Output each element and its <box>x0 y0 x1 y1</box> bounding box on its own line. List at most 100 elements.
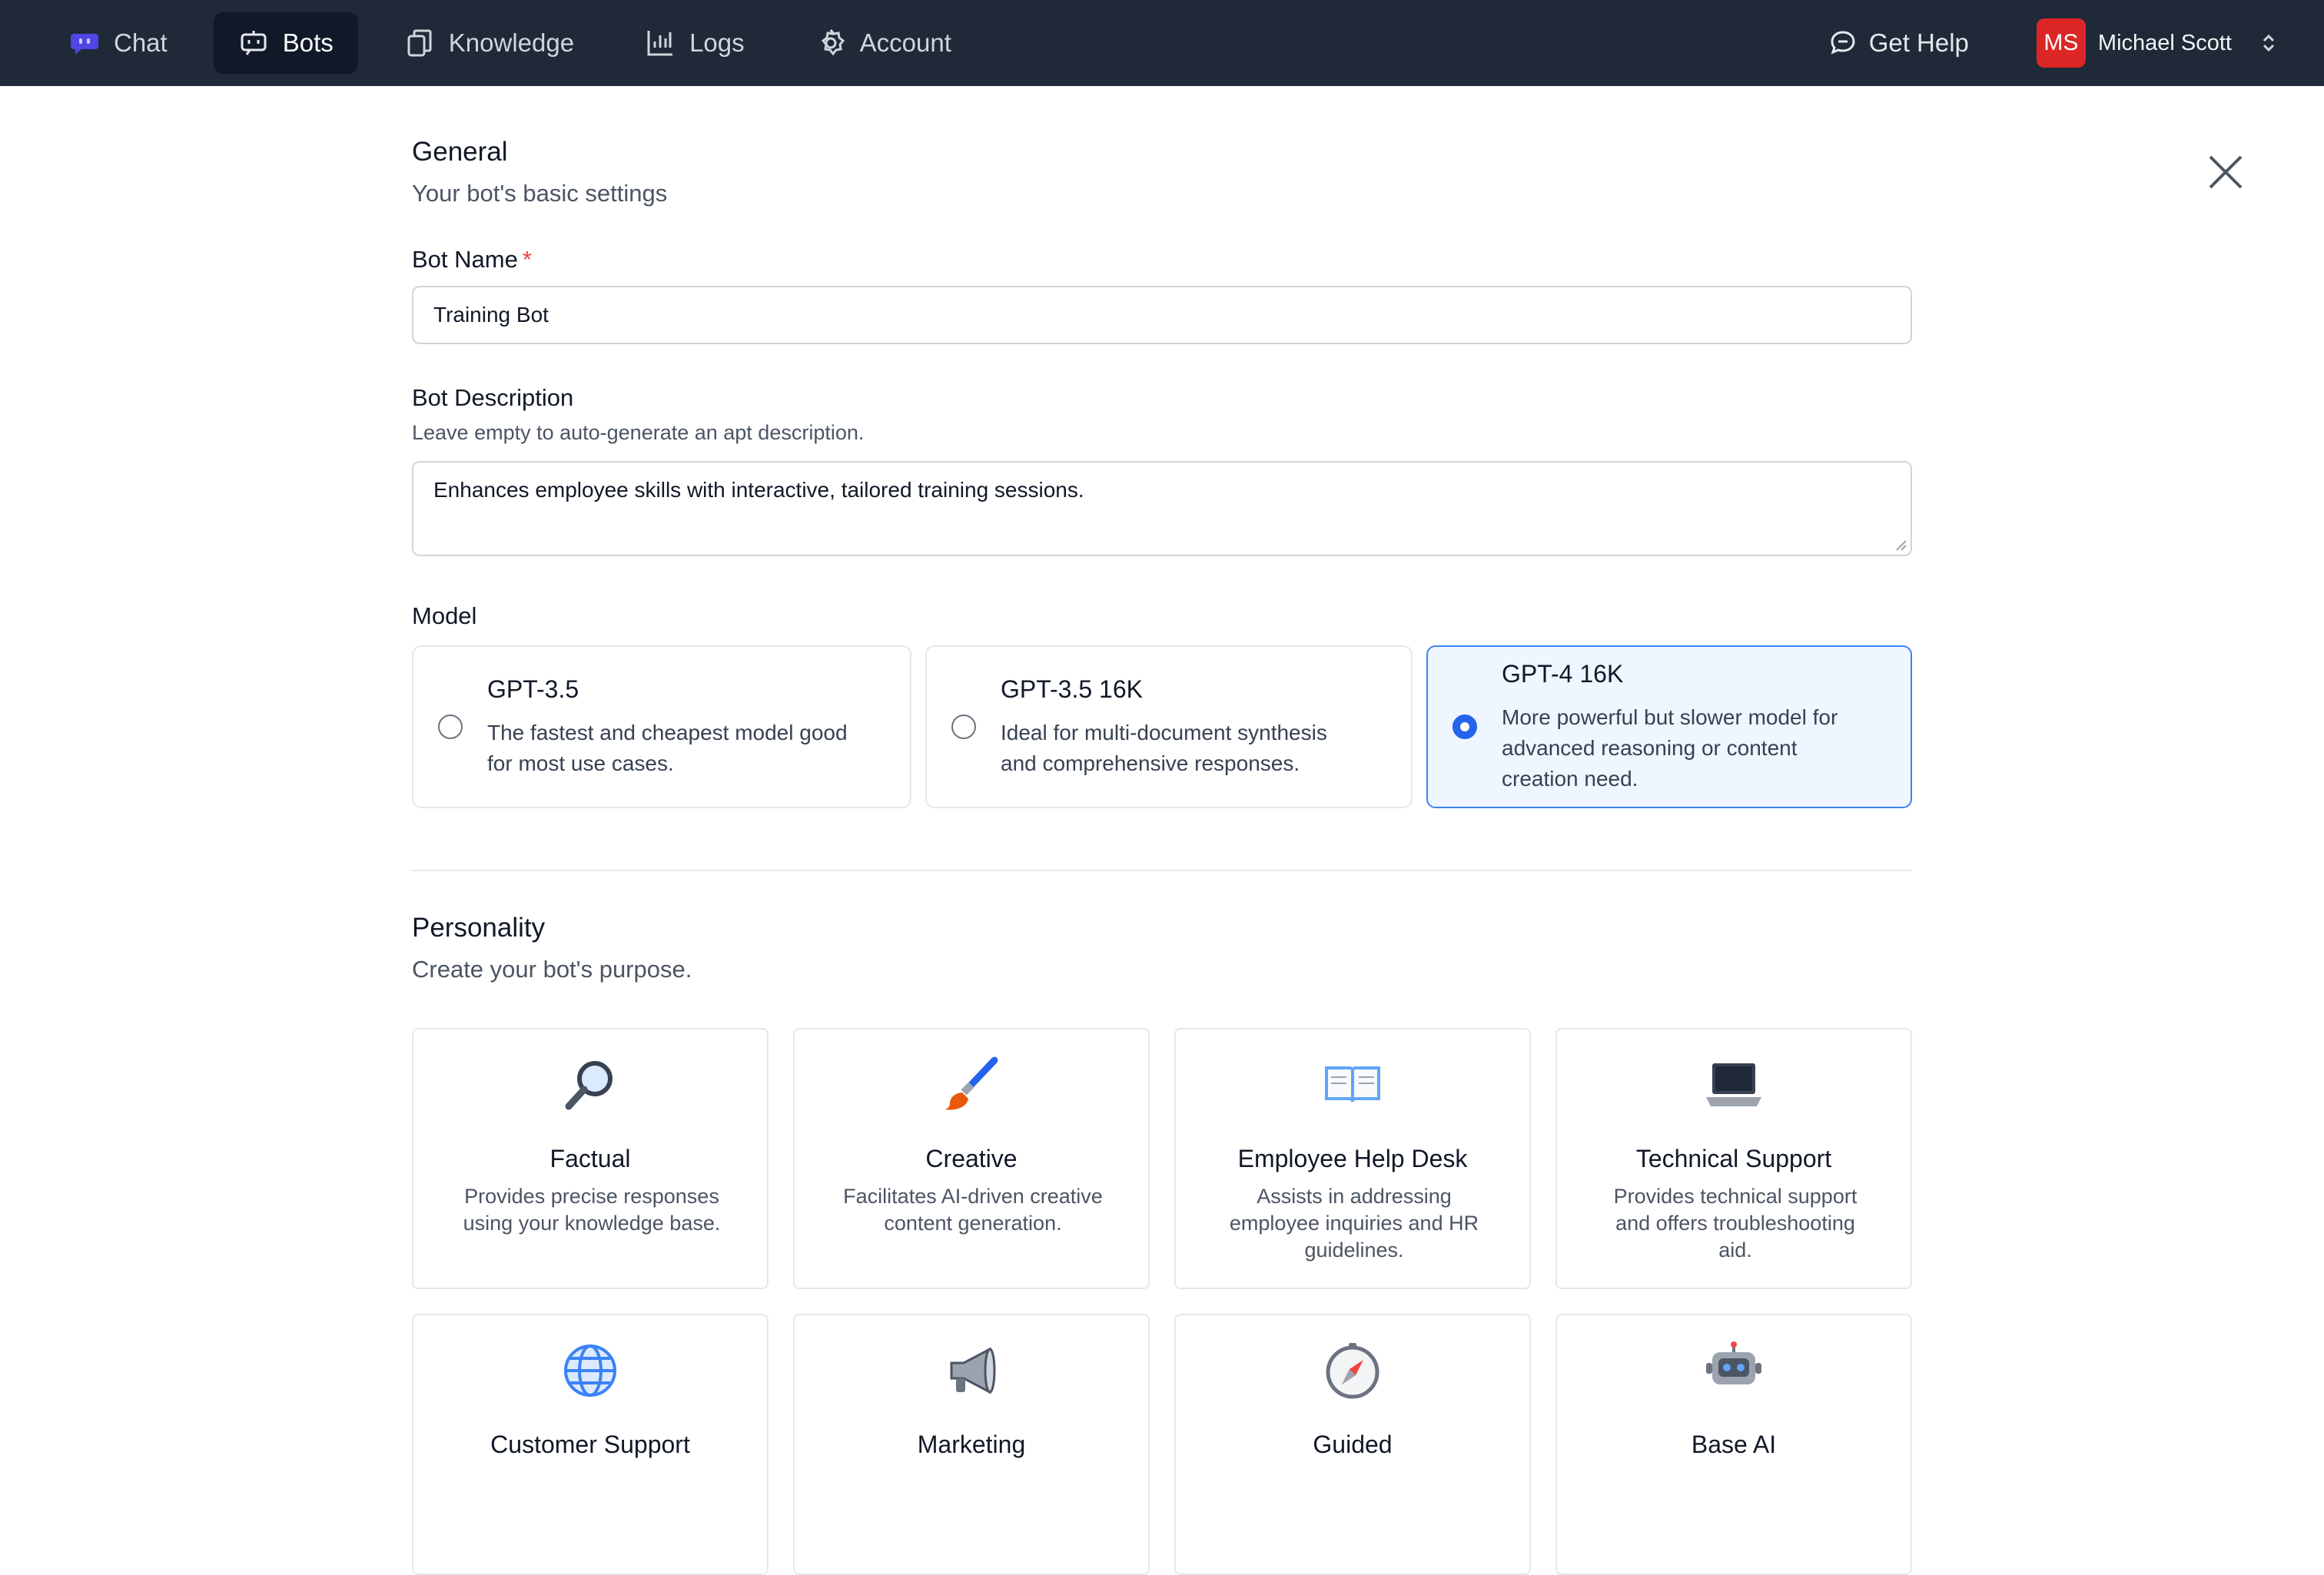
user-menu[interactable]: MS Michael Scott <box>2036 18 2279 68</box>
compass-icon <box>1326 1343 1379 1399</box>
model-name: GPT-3.5 16K <box>1001 675 1143 703</box>
documents-icon <box>407 29 432 57</box>
radio-gpt35[interactable] <box>438 715 463 739</box>
model-option-gpt4-16k[interactable]: GPT-4 16K More powerful but slower model… <box>1426 645 1912 808</box>
card-desc-line: Provides technical support <box>1613 1185 1858 1208</box>
nav-account-label: Account <box>859 28 951 57</box>
bot-description-value: Enhances employee skills with interactiv… <box>433 478 1084 502</box>
bar-chart-icon <box>647 31 673 56</box>
personality-card-technical-support[interactable]: Technical Support Provides technical sup… <box>1555 1028 1912 1289</box>
personality-card-factual[interactable]: Factual Provides precise responses using… <box>412 1028 769 1289</box>
close-icon <box>2209 155 2243 189</box>
personality-card-marketing[interactable]: Marketing <box>793 1314 1150 1575</box>
model-desc-line: Ideal for multi-document synthesis <box>1001 720 1327 744</box>
card-desc: Provides precise responses using your kn… <box>437 1183 747 1237</box>
card-icon-wrap <box>413 1340 767 1401</box>
card-icon-wrap <box>1557 1340 1911 1401</box>
bot-description-label: Bot Description <box>412 384 574 411</box>
bot-description-textarea[interactable]: Enhances employee skills with interactiv… <box>412 461 1912 556</box>
card-icon-wrap <box>795 1054 1148 1116</box>
bot-name-label: Bot Name * <box>412 246 532 274</box>
card-desc-line: content generation. <box>884 1212 1062 1235</box>
close-button[interactable] <box>2204 151 2247 194</box>
card-icon-wrap <box>1557 1054 1911 1116</box>
chevron-up-down-icon <box>2263 34 2275 52</box>
model-text: GPT-3.5 16K Ideal for multi-document syn… <box>1001 675 1327 779</box>
megaphone-icon <box>950 1347 996 1394</box>
nav-bots[interactable]: Bots <box>213 12 358 74</box>
model-option-gpt35-16k[interactable]: GPT-3.5 16K Ideal for multi-document syn… <box>925 645 1413 808</box>
personality-card-customer-support[interactable]: Customer Support <box>412 1314 769 1575</box>
get-help-link[interactable]: Get Help <box>1829 28 1969 58</box>
nav-account[interactable]: Account <box>791 12 976 74</box>
open-book-icon <box>1325 1066 1380 1102</box>
get-help-label: Get Help <box>1868 28 1969 57</box>
avatar: MS <box>2036 18 2086 68</box>
model-options: GPT-3.5 The fastest and cheapest model g… <box>412 645 1912 808</box>
nav-logs-label: Logs <box>689 28 745 57</box>
robot-icon <box>1706 1341 1761 1384</box>
bot-icon <box>241 31 267 55</box>
bot-name-input[interactable]: Training Bot <box>412 286 1912 344</box>
resize-handle-icon[interactable] <box>1894 538 1907 552</box>
bot-description-hint: Leave empty to auto-generate an apt desc… <box>412 421 865 444</box>
chat-bubble-icon <box>71 34 98 55</box>
card-desc-line: Facilitates AI-driven creative <box>843 1185 1103 1208</box>
bot-name-value: Training Bot <box>433 303 549 327</box>
card-desc: Assists in addressing employee inquiries… <box>1199 1183 1509 1264</box>
paintbrush-icon <box>945 1056 998 1110</box>
model-desc-line: More powerful but slower model for <box>1502 705 1838 729</box>
card-title: Base AI <box>1691 1431 1777 1458</box>
card-icon-wrap <box>1176 1340 1529 1401</box>
personality-card-base-ai[interactable]: Base AI <box>1555 1314 1912 1575</box>
bot-name-label-text: Bot Name <box>412 246 518 273</box>
card-desc-line: using your knowledge base. <box>463 1212 721 1235</box>
card-icon-wrap <box>1176 1054 1529 1116</box>
personality-subtitle: Create your bot's purpose. <box>412 956 692 983</box>
card-desc: Facilitates AI-driven creative content g… <box>818 1183 1128 1237</box>
nav-chat-label: Chat <box>114 28 168 57</box>
radio-gpt4-16k[interactable] <box>1452 715 1477 739</box>
card-desc-line: guidelines. <box>1304 1238 1404 1262</box>
model-option-gpt35[interactable]: GPT-3.5 The fastest and cheapest model g… <box>412 645 911 808</box>
model-text: GPT-4 16K More powerful but slower model… <box>1502 660 1838 794</box>
nav-knowledge-label: Knowledge <box>448 28 575 57</box>
nav-bots-label: Bots <box>282 28 334 57</box>
model-text: GPT-3.5 The fastest and cheapest model g… <box>487 675 848 779</box>
card-desc-line: Provides precise responses <box>464 1185 719 1208</box>
model-name: GPT-3.5 <box>487 675 579 703</box>
top-nav: Chat Bots Knowledge Logs Account Get Hel… <box>0 0 2324 86</box>
nav-chat[interactable]: Chat <box>45 12 192 74</box>
personality-card-employee-help-desk[interactable]: Employee Help Desk Assists in addressing… <box>1174 1028 1531 1289</box>
card-title: Customer Support <box>490 1431 690 1458</box>
personality-card-creative[interactable]: Creative Facilitates AI-driven creative … <box>793 1028 1150 1289</box>
card-icon-wrap <box>795 1340 1148 1401</box>
nav-logs[interactable]: Logs <box>620 12 769 74</box>
card-title: Marketing <box>917 1431 1026 1458</box>
model-label: Model <box>412 602 477 629</box>
card-title: Creative <box>925 1145 1018 1172</box>
globe-icon <box>564 1345 616 1397</box>
model-desc-line: advanced reasoning or content <box>1502 735 1798 760</box>
model-desc-line: for most use cases. <box>487 751 674 775</box>
card-title: Technical Support <box>1635 1145 1832 1172</box>
card-desc-line: and offers troubleshooting <box>1615 1212 1855 1235</box>
card-desc: Provides technical support and offers tr… <box>1580 1183 1891 1264</box>
card-title: Guided <box>1313 1431 1393 1458</box>
card-desc-line: employee inquiries and HR <box>1229 1212 1479 1235</box>
general-title: General <box>412 137 508 167</box>
model-desc-line: creation need. <box>1502 766 1638 791</box>
model-desc-line: The fastest and cheapest model good <box>487 720 848 744</box>
radio-gpt35-16k[interactable] <box>951 715 976 739</box>
required-mark: * <box>522 246 532 273</box>
nav-knowledge[interactable]: Knowledge <box>380 12 599 74</box>
personality-title: Personality <box>412 913 546 943</box>
help-chat-icon <box>1831 31 1855 55</box>
general-subtitle: Your bot's basic settings <box>412 180 668 207</box>
card-desc-line: aid. <box>1718 1238 1752 1262</box>
personality-card-guided[interactable]: Guided <box>1174 1314 1531 1575</box>
section-divider <box>412 870 1912 871</box>
laptop-icon <box>1706 1063 1761 1106</box>
model-desc-line: and comprehensive responses. <box>1001 751 1300 775</box>
user-name: Michael Scott <box>2097 30 2232 55</box>
